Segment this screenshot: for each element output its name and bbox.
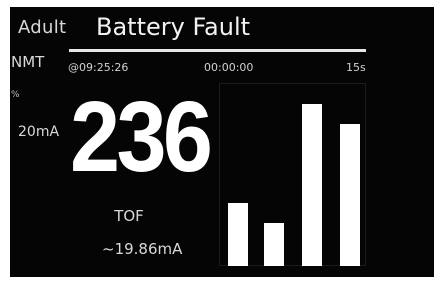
tof-bar-4	[340, 124, 360, 266]
tof-bar-chart	[219, 83, 366, 266]
monitor-screen: Adult Battery Fault @09:25:26 00:00:00 1…	[10, 7, 434, 277]
tof-bar-2	[264, 223, 284, 266]
interval-label: 15s	[346, 61, 366, 74]
nmt-value: 236	[70, 81, 213, 193]
nmt-mode-label: NMT	[11, 53, 45, 71]
elapsed-time: 00:00:00	[204, 61, 254, 74]
patient-type-label: Adult	[18, 17, 67, 38]
stimulus-current-setting: 20mA	[18, 124, 60, 140]
start-time: @09:25:26	[68, 61, 129, 74]
actual-current-value: ~19.86mA	[102, 240, 183, 258]
percent-unit-label: %	[11, 90, 20, 100]
tof-bar-3	[302, 104, 322, 266]
progress-fill	[69, 49, 366, 52]
measurement-progress-bar	[69, 49, 366, 52]
tof-bar-1	[228, 203, 248, 266]
alarm-title: Battery Fault	[96, 13, 251, 41]
tof-mode-label: TOF	[114, 207, 144, 225]
